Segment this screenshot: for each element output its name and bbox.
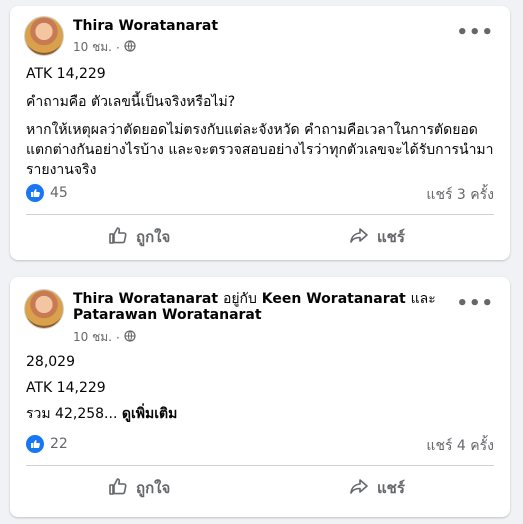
post-card: Thira Woratanarat อยู่กับ Keen Woratanar… <box>10 277 510 517</box>
post-text-line: 28,029 <box>26 354 75 370</box>
post-summary-line: รวม 42,258... ดูเพิ่มเติม <box>26 404 177 424</box>
meta-separator: · <box>115 330 120 345</box>
share-button-label: แชร์ <box>377 228 405 246</box>
share-count[interactable]: แชร์ 4 ครั้ง <box>426 435 494 457</box>
share-button[interactable]: แชร์ <box>349 476 405 500</box>
avatar[interactable] <box>24 289 64 329</box>
divider <box>26 465 494 466</box>
post-text-line: ATK 14,229 <box>26 66 106 82</box>
share-button[interactable]: แชร์ <box>349 225 405 249</box>
like-button-label: ถูกใจ <box>136 479 171 497</box>
share-arrow-icon <box>349 225 369 249</box>
thumbs-up-icon <box>108 225 128 249</box>
with-text: อยู่กับ <box>222 291 257 307</box>
share-arrow-icon <box>349 476 369 500</box>
thumbs-up-icon <box>108 476 128 500</box>
share-button-label: แชร์ <box>377 479 405 497</box>
author-name[interactable]: Thira Woratanarat <box>73 18 218 34</box>
like-count: 22 <box>50 436 68 452</box>
post-paragraph: หากให้เหตุผลว่าตัดยอดไม่ตรงกับแต่ละจังหว… <box>26 122 494 178</box>
post-meta: 10 ชม. · <box>73 328 136 347</box>
like-button-label: ถูกใจ <box>136 228 171 246</box>
post-meta: 10 ชม. · <box>73 38 136 57</box>
see-more-link[interactable]: ดูเพิ่มเติม <box>122 406 177 422</box>
meta-separator: · <box>115 40 120 55</box>
tagged-person[interactable]: Patarawan Woratanarat <box>73 307 262 323</box>
post-time[interactable]: 10 ชม. <box>73 328 112 347</box>
reaction-summary[interactable]: 45 <box>26 184 68 202</box>
divider <box>26 214 494 215</box>
avatar[interactable] <box>24 16 64 56</box>
post-text-line: คำถามคือ ตัวเลขนี้เป็นจริงหรือไม่? <box>26 94 236 110</box>
share-count[interactable]: แชร์ 3 ครั้ง <box>426 184 494 206</box>
post-text-line: ATK 14,229 <box>26 380 106 396</box>
post-sum-text: รวม 42,258... <box>26 406 118 422</box>
reaction-summary[interactable]: 22 <box>26 435 68 453</box>
more-options-icon[interactable]: ••• <box>456 22 494 43</box>
like-reaction-icon <box>26 435 44 453</box>
author-name[interactable]: Thira Woratanarat <box>73 291 218 307</box>
and-text: และ <box>410 291 436 307</box>
like-button[interactable]: ถูกใจ <box>108 476 170 500</box>
like-reaction-icon <box>26 184 44 202</box>
globe-icon <box>124 40 136 55</box>
more-options-icon[interactable]: ••• <box>456 293 494 314</box>
post-time[interactable]: 10 ชม. <box>73 38 112 57</box>
like-count: 45 <box>50 185 68 201</box>
tagged-person[interactable]: Keen Woratanarat <box>262 291 406 307</box>
post-card: Thira Woratanarat 10 ชม. · ••• ATK 14,22… <box>10 6 510 260</box>
like-button[interactable]: ถูกใจ <box>108 225 170 249</box>
globe-icon <box>124 330 136 345</box>
